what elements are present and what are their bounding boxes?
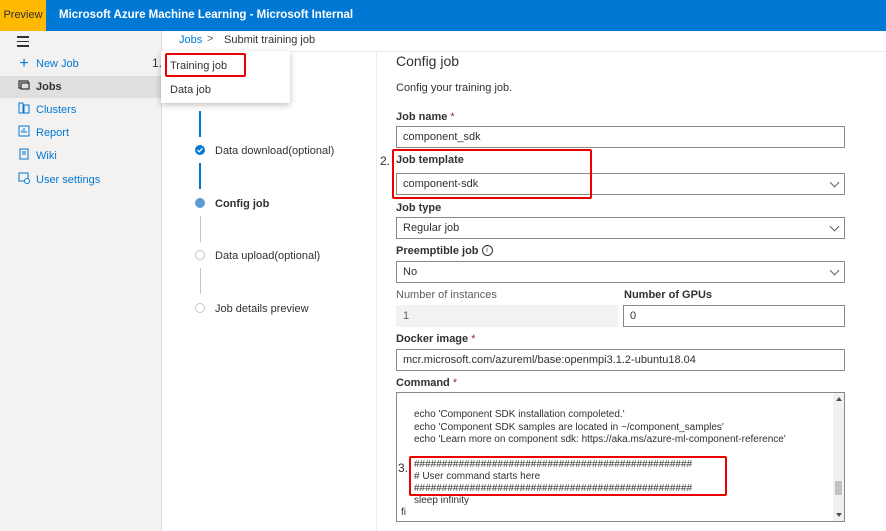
instances-label: Number of instances	[396, 289, 497, 301]
annotation-box	[392, 149, 592, 199]
nav-item-report[interactable]: Report	[0, 122, 161, 144]
breadcrumb-chevron-icon: >	[207, 33, 214, 45]
step-data-upload[interactable]: Data upload(optional)	[215, 250, 320, 262]
instances-input: 1	[396, 305, 618, 327]
nav-item-jobs[interactable]: Jobs	[0, 76, 161, 98]
nav-item-wiki[interactable]: Wiki	[0, 145, 161, 167]
chevron-down-icon	[829, 177, 840, 188]
step-active-dot-icon	[195, 198, 205, 208]
job-type-label: Job type	[396, 202, 442, 214]
chevron-down-icon	[829, 265, 840, 276]
annotation-number: 1.	[152, 56, 163, 70]
code-line: sleep infinity	[414, 495, 470, 506]
breadcrumb-current: Submit training job	[224, 34, 316, 46]
app-title[interactable]: Microsoft Azure Machine Learning - Micro…	[59, 0, 353, 31]
panel-divider	[376, 51, 377, 531]
step-job-details-preview[interactable]: Job details preview	[215, 303, 309, 315]
preemptible-label: Preemptible job i	[396, 245, 493, 257]
nav-item-label: Clusters	[36, 104, 77, 116]
command-label: Command *	[396, 377, 458, 389]
info-icon[interactable]: i	[481, 245, 493, 256]
code-line: echo 'Component SDK samples are located …	[414, 422, 724, 433]
gpus-input[interactable]: 0	[623, 305, 845, 327]
scroll-thumb[interactable]	[835, 481, 842, 495]
step-connector	[200, 268, 201, 294]
nav-item-user-settings[interactable]: User settings	[0, 169, 161, 191]
step-pending-dot-icon	[195, 250, 205, 260]
annotation-number: 2.	[380, 154, 391, 168]
docker-image-label: Docker image *	[396, 333, 476, 345]
nav-item-clusters[interactable]: Clusters	[0, 99, 161, 121]
step-done-check-icon	[195, 145, 205, 155]
page-subtitle: Config your training job.	[396, 82, 513, 94]
annotation-box	[165, 53, 246, 77]
preemptible-value: No	[403, 266, 418, 278]
scroll-down-arrow-icon[interactable]	[836, 513, 842, 517]
step-pending-dot-icon	[195, 303, 205, 313]
step-config-job[interactable]: Config job	[215, 198, 269, 210]
plus-icon: +	[19, 55, 29, 72]
step-data-download[interactable]: Data download(optional)	[215, 145, 334, 157]
docker-image-input[interactable]: mcr.microsoft.com/azureml/base:openmpi3.…	[396, 349, 845, 371]
annotation-box	[409, 456, 727, 496]
job-name-input[interactable]: component_sdk	[396, 126, 845, 148]
nav-item-label: User settings	[36, 174, 101, 186]
nav-item-label: New Job	[36, 58, 79, 70]
code-line: fi	[401, 507, 406, 518]
page-title: Config job	[396, 53, 460, 69]
user-settings-icon	[17, 169, 31, 191]
report-icon	[17, 122, 31, 144]
preemptible-dropdown[interactable]: No	[396, 261, 845, 283]
job-name-label: Job name *	[396, 111, 455, 123]
jobs-icon	[17, 76, 31, 98]
chevron-down-icon	[829, 221, 840, 232]
annotation-number: 3.	[398, 461, 409, 475]
nav-item-label: Report	[36, 127, 70, 139]
wiki-icon	[17, 145, 31, 167]
code-line: echo 'Learn more on component sdk: https…	[414, 434, 786, 445]
step-connector	[199, 163, 201, 189]
hamburger-menu-icon[interactable]	[17, 36, 29, 50]
menu-item-data-job[interactable]: Data job	[170, 84, 211, 96]
code-line: echo 'Component SDK installation compole…	[414, 409, 625, 420]
scroll-up-arrow-icon[interactable]	[836, 397, 842, 401]
breadcrumb-jobs-link[interactable]: Jobs	[179, 34, 202, 46]
nav-item-label: Jobs	[36, 81, 62, 93]
nav-item-new-job[interactable]: + New Job	[0, 53, 161, 75]
scrollbar[interactable]	[833, 393, 844, 521]
nav-item-label: Wiki	[36, 150, 57, 162]
job-type-dropdown[interactable]: Regular job	[396, 217, 845, 239]
gpus-label: Number of GPUs	[624, 289, 713, 301]
step-connector	[200, 216, 201, 242]
step-connector	[199, 111, 201, 137]
preview-badge: Preview	[0, 0, 46, 31]
clusters-icon	[17, 99, 31, 121]
job-type-value: Regular job	[403, 222, 460, 234]
